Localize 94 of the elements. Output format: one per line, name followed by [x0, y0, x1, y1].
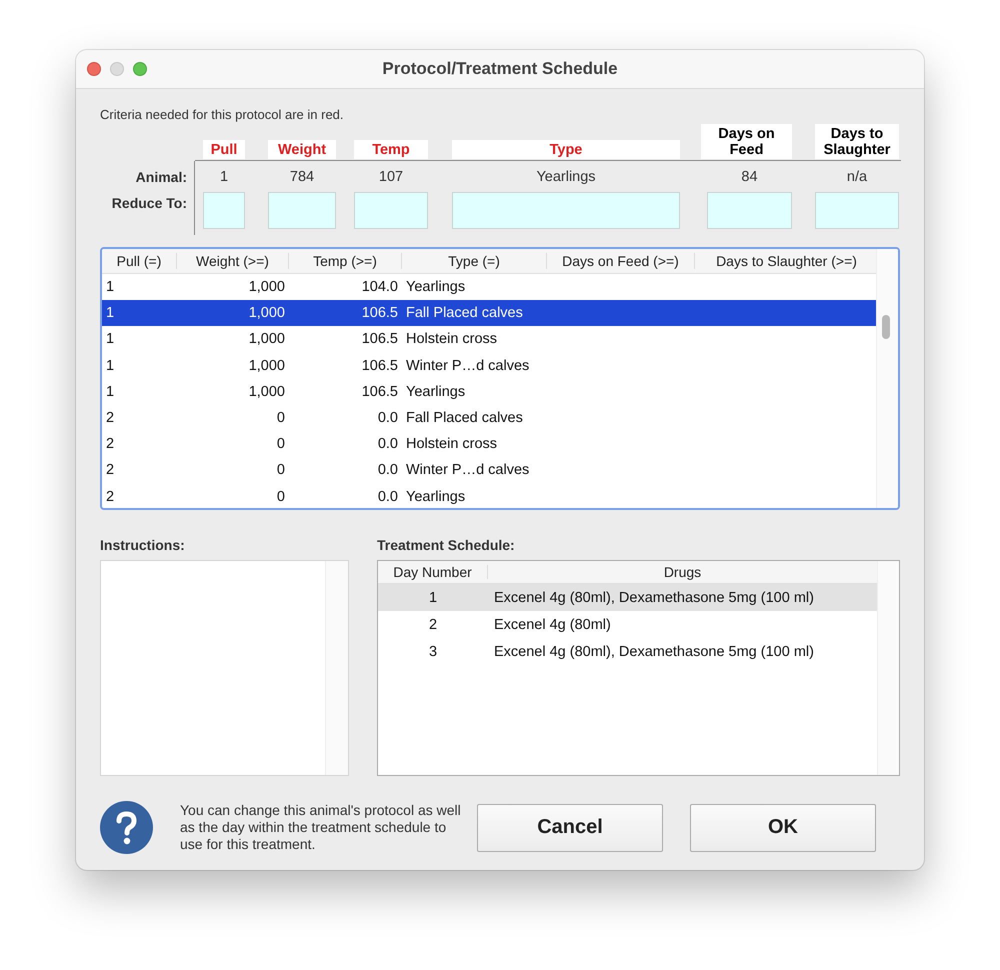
criteria-label: Type: [452, 140, 680, 159]
table-row[interactable]: 2 0 0.0 Winter P…d calves: [102, 457, 876, 484]
table-cell-text: Winter P…d calves: [405, 358, 530, 374]
table-cell-text: 0: [276, 462, 286, 478]
table-cell-text: 1,000: [248, 331, 286, 348]
table-row[interactable]: 3 Excenel 4g (80ml), Dexamethasone 5mg (100 ml): [378, 638, 877, 665]
table-cell-text: 1: [105, 384, 116, 400]
criteria-note: Criteria needed for this protocol are in red.: [100, 107, 345, 122]
table-cell-text: 2: [428, 616, 438, 632]
table-cell-text: 3: [428, 644, 438, 660]
criteria-label: Days to Slaughter: [815, 124, 899, 159]
table-cell-text: Fall Placed calves: [405, 410, 524, 426]
column-header[interactable]: Days on Feed (>=): [547, 253, 695, 269]
criteria-label: Pull: [203, 140, 245, 159]
table-row[interactable]: 1 1,000 106.5 Fall Placed calves: [102, 300, 876, 326]
table-cell-text: Holstein cross: [405, 331, 498, 348]
table-cell-text: 2: [105, 488, 116, 505]
table-cell-text: 0.0: [376, 488, 399, 505]
input-field[interactable]: [268, 192, 336, 229]
table-cell-text: 104.0: [360, 279, 399, 296]
table-cell-text: Winter P…d calves: [405, 462, 530, 478]
table-cell-text: Yearlings: [405, 279, 466, 296]
table-cell-text: 0.0: [376, 410, 399, 426]
scrollbar-track[interactable]: [876, 249, 898, 508]
dialog-button[interactable]: OK: [690, 804, 876, 852]
table-cell-text: 0.0: [376, 436, 399, 452]
table-cell-text: 2: [105, 436, 116, 452]
table-cell-text: 0: [276, 488, 286, 505]
table-cell-text: 1: [428, 590, 438, 606]
table-cell-text: 2: [105, 410, 116, 426]
table-cell-text: 106.5: [360, 331, 399, 348]
column-header[interactable]: Pull (=): [102, 253, 177, 269]
animal-value: 107: [378, 168, 404, 184]
input-field[interactable]: [452, 192, 680, 229]
table-cell-text: 0.0: [376, 462, 399, 478]
criteria-label: Temp: [354, 140, 428, 159]
column-header[interactable]: Type (=): [402, 253, 547, 269]
instructions-box[interactable]: [100, 560, 349, 776]
dialog-button[interactable]: Cancel: [477, 804, 663, 852]
table-cell-text: 1: [105, 279, 116, 296]
table-cell-text: 1: [105, 331, 116, 348]
table-row[interactable]: 2 0 0.0 Fall Placed calves: [102, 404, 876, 432]
help-icon: [100, 801, 153, 854]
table-row[interactable]: 1 1,000 106.5 Winter P…d calves: [102, 352, 876, 379]
window-title: Protocol/Treatment Schedule: [382, 59, 618, 78]
animal-value: 784: [290, 168, 314, 184]
table-cell-text: 1: [105, 305, 116, 322]
table-row[interactable]: 2 Excenel 4g (80ml): [378, 611, 877, 638]
help-text: You can change this animal's protocol as well as the day within the treatment schedule to use for this treatment.: [180, 802, 462, 853]
table-cell-text: 0: [276, 436, 286, 452]
column-header[interactable]: Weight (>=): [177, 253, 289, 269]
table-cell-text: 1: [105, 358, 116, 374]
table-cell-text: Yearlings: [405, 488, 466, 505]
table-cell-text: Excenel 4g (80ml), Dexamethasone 5mg (100 ml): [493, 644, 815, 660]
table-row[interactable]: 2 0 0.0 Holstein cross: [102, 431, 876, 458]
table-row[interactable]: 1 1,000 104.0 Yearlings: [102, 274, 876, 300]
table-cell-text: 1,000: [248, 358, 286, 374]
table-cell-text: 1,000: [248, 279, 286, 296]
close-button[interactable]: [87, 62, 101, 76]
table-cell-text: Excenel 4g (80ml): [493, 616, 612, 632]
table-cell-text: 1,000: [248, 384, 286, 400]
table-row[interactable]: 2 0 0.0 Yearlings: [102, 484, 876, 508]
scrollbar-track[interactable]: [877, 561, 899, 775]
animal-value: 1: [220, 168, 228, 184]
section-label: Instructions:: [100, 537, 186, 553]
table-cell-text: 1,000: [248, 305, 286, 322]
table-cell-text: 106.5: [360, 305, 399, 322]
animal-value: 84: [741, 168, 758, 184]
row-label: Reduce To:: [112, 195, 187, 211]
table-cell-text: Yearlings: [405, 384, 466, 400]
table-row[interactable]: 1 Excenel 4g (80ml), Dexamethasone 5mg (100 ml): [378, 584, 877, 611]
column-header[interactable]: Day Number: [378, 565, 488, 579]
criteria-label: Weight: [268, 140, 336, 159]
row-label: Animal:: [136, 168, 187, 184]
table-cell-text: Holstein cross: [405, 436, 498, 452]
table-row[interactable]: 1 1,000 106.5 Yearlings: [102, 378, 876, 405]
animal-value: Yearlings: [536, 168, 596, 184]
table-row[interactable]: 1 1,000 106.5 Holstein cross: [102, 326, 876, 353]
animal-value: n/a: [846, 168, 868, 184]
table-cell-text: 2: [105, 462, 116, 478]
table-cell-text: 0: [276, 410, 286, 426]
input-field[interactable]: [203, 192, 245, 229]
column-header[interactable]: Temp (>=): [289, 253, 402, 269]
input-field[interactable]: [354, 192, 428, 229]
criteria-label: Days on Feed: [701, 124, 792, 159]
input-field[interactable]: [815, 192, 899, 229]
table-cell-text: 106.5: [360, 384, 399, 400]
table-cell-text: Excenel 4g (80ml), Dexamethasone 5mg (100 ml): [493, 590, 815, 606]
scroll-thumb[interactable]: [882, 315, 890, 339]
input-field[interactable]: [707, 192, 792, 229]
table-cell-text: Fall Placed calves: [405, 305, 524, 322]
table-cell-text: 106.5: [360, 358, 399, 374]
zoom-button[interactable]: [133, 62, 147, 76]
section-label: Treatment Schedule:: [377, 537, 516, 553]
